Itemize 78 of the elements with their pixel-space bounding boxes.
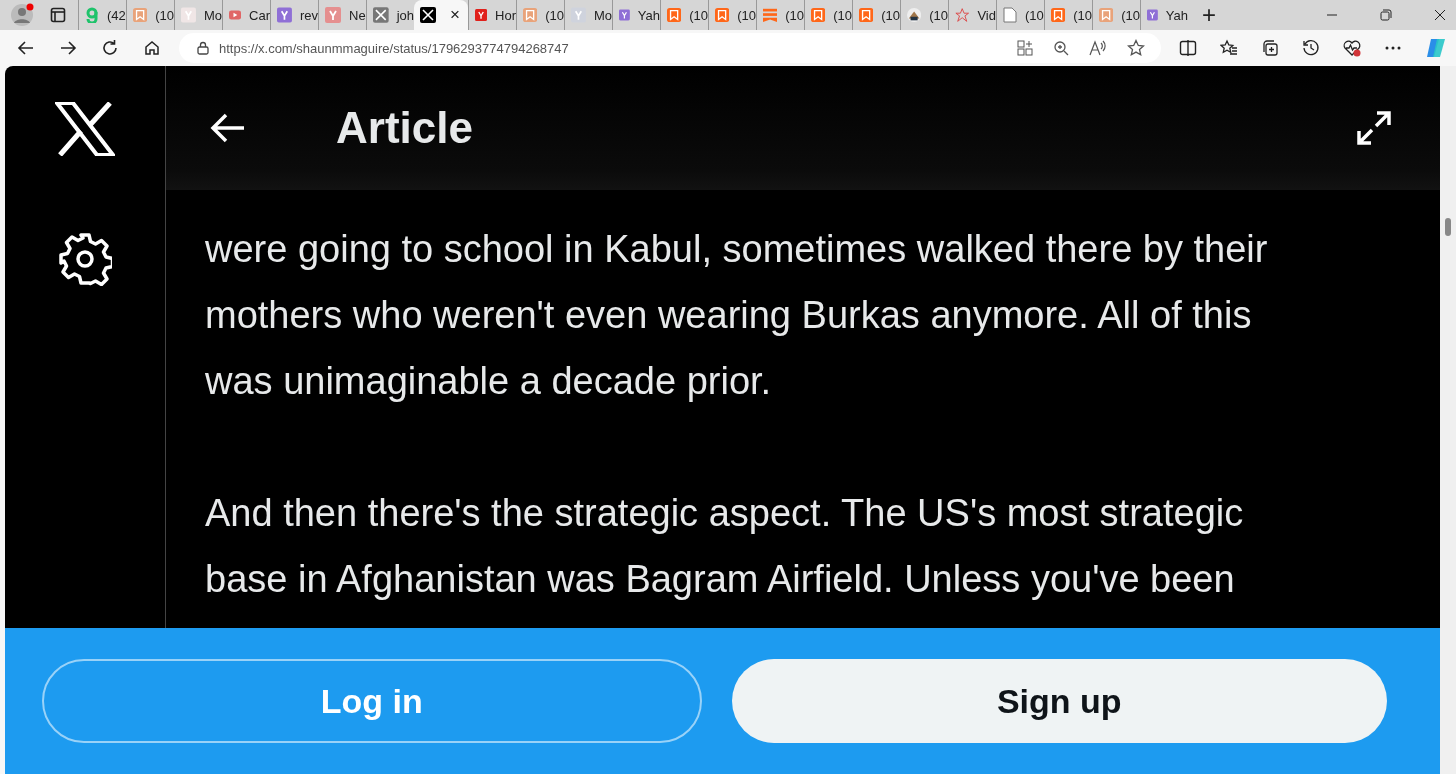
apps-icon[interactable] bbox=[1017, 40, 1033, 56]
article-paragraph: were going to school in Kabul, sometimes walked there by their mothers who weren't even wearing Burkas anymore. All of this was unimaginable a decade prior. bbox=[205, 227, 1269, 404]
bookmark-icon bbox=[859, 7, 874, 23]
page-icon bbox=[1003, 7, 1017, 23]
star-icon bbox=[955, 7, 970, 23]
signup-button[interactable]: Sign up bbox=[731, 659, 1387, 743]
square-icon bbox=[1147, 7, 1158, 23]
browser-tab[interactable]: (10 bbox=[708, 0, 756, 30]
browser-tab[interactable]: (10 bbox=[126, 0, 174, 30]
read-aloud-icon[interactable] bbox=[1089, 40, 1107, 56]
copilot-icon[interactable] bbox=[1425, 37, 1447, 59]
split-screen-icon[interactable] bbox=[1179, 39, 1197, 57]
browser-tab[interactable]: Yah bbox=[612, 0, 660, 30]
reload-icon[interactable] bbox=[101, 39, 119, 57]
bookmark-icon bbox=[811, 7, 826, 23]
browser-tab[interactable]: (10 bbox=[1092, 0, 1140, 30]
browser-tab[interactable]: Vid bbox=[948, 0, 996, 30]
tab-actions-icon[interactable] bbox=[50, 7, 66, 23]
browser-tab[interactable]: rev bbox=[270, 0, 318, 30]
browser-tab[interactable]: (10 bbox=[900, 0, 948, 30]
article-paragraph: And then there's the strategic aspect. The US's most strategic base in Afghanistan was Bagram Airfield. Unless you've been bbox=[205, 491, 1245, 602]
new-tab-button[interactable]: + bbox=[1198, 3, 1220, 27]
forward-icon[interactable] bbox=[59, 39, 77, 57]
square-icon bbox=[571, 7, 586, 23]
address-bar[interactable]: https://x.com/shaunmmaguire/status/1796293774794268747 bbox=[179, 33, 1161, 63]
browser-tab[interactable]: Mo bbox=[174, 0, 222, 30]
bookmark-icon bbox=[523, 7, 538, 23]
bookmark-icon bbox=[715, 7, 730, 23]
cross-icon bbox=[373, 7, 389, 23]
bookmark-icon bbox=[667, 7, 682, 23]
square-icon bbox=[325, 7, 341, 23]
cross-icon bbox=[420, 7, 436, 23]
browser-tab[interactable]: Car bbox=[222, 0, 270, 30]
browser-tab[interactable]: (10 bbox=[756, 0, 804, 30]
browser-tab[interactable]: × bbox=[414, 0, 468, 30]
more-icon[interactable] bbox=[1384, 45, 1402, 51]
back-icon[interactable] bbox=[17, 39, 35, 57]
bookmark-icon bbox=[133, 7, 148, 23]
browser-tab[interactable]: joh bbox=[366, 0, 414, 30]
zoom-icon[interactable] bbox=[1053, 40, 1069, 56]
settings-icon[interactable] bbox=[58, 232, 112, 286]
heartbeat-icon[interactable] bbox=[1343, 39, 1361, 57]
url-text: https://x.com/shaunmmaguire/status/1796293774794268747 bbox=[219, 40, 569, 56]
home-icon[interactable] bbox=[143, 39, 161, 57]
page-title: Article bbox=[336, 103, 473, 153]
restore-icon[interactable] bbox=[1380, 9, 1392, 21]
history-icon[interactable] bbox=[1302, 39, 1320, 57]
collections-icon[interactable] bbox=[1261, 39, 1279, 57]
browser-tab[interactable]: (10 bbox=[516, 0, 564, 30]
browser-tab[interactable]: (42 bbox=[78, 0, 126, 30]
bookmark-icon bbox=[1099, 7, 1114, 23]
play-icon bbox=[229, 9, 242, 21]
favorites-icon[interactable] bbox=[1220, 39, 1238, 57]
scrollbar[interactable] bbox=[1440, 66, 1456, 774]
close-icon[interactable] bbox=[1434, 9, 1446, 21]
browser-tab[interactable]: (10 bbox=[996, 0, 1044, 30]
square-icon bbox=[619, 7, 630, 23]
back-arrow-icon[interactable] bbox=[210, 113, 246, 143]
browser-tab[interactable]: (10 bbox=[852, 0, 900, 30]
browser-tab[interactable]: Hor bbox=[468, 0, 516, 30]
square-icon bbox=[181, 7, 196, 23]
hook-icon bbox=[85, 7, 99, 23]
favorite-star-icon[interactable] bbox=[1127, 39, 1145, 57]
profile-icon[interactable] bbox=[10, 3, 34, 27]
expand-icon[interactable] bbox=[1356, 110, 1392, 146]
browser-tab[interactable]: Ne bbox=[318, 0, 366, 30]
square-icon bbox=[475, 7, 488, 23]
browser-tab[interactable]: Yah bbox=[1140, 0, 1188, 30]
x-logo-icon[interactable] bbox=[55, 102, 115, 156]
lock-icon bbox=[196, 41, 210, 55]
browser-tab[interactable]: (10 bbox=[804, 0, 852, 30]
square-icon bbox=[277, 7, 292, 23]
browser-tab[interactable]: (10 bbox=[1044, 0, 1092, 30]
stripes-icon bbox=[763, 7, 778, 23]
browser-tab[interactable]: (10 bbox=[660, 0, 708, 30]
round-icon bbox=[907, 7, 922, 23]
bookmark-icon bbox=[1051, 7, 1066, 23]
browser-tab[interactable]: Mo bbox=[564, 0, 612, 30]
